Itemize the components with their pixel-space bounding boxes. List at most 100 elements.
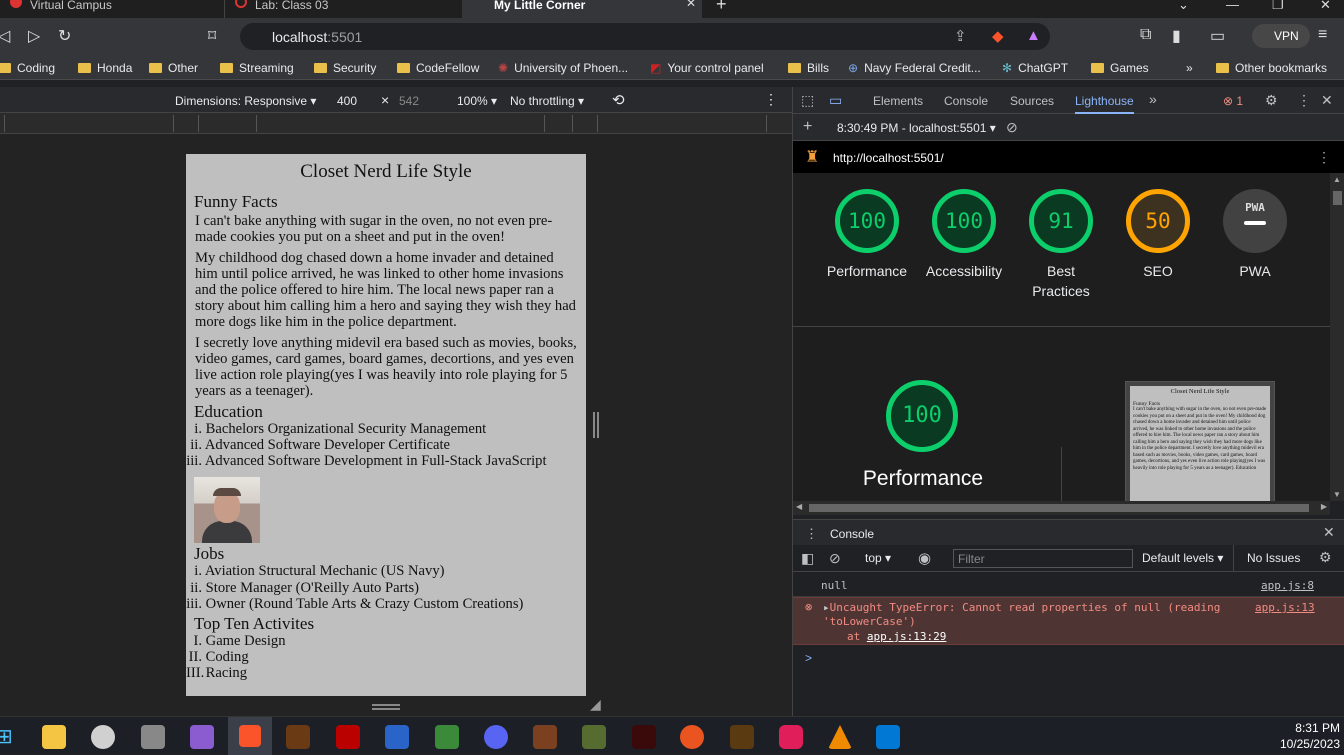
- tab-console[interactable]: Console: [944, 94, 988, 108]
- menu-icon[interactable]: ≡: [1318, 26, 1327, 44]
- report-vertical-scrollbar[interactable]: ▲ ▼: [1330, 173, 1344, 501]
- log-levels-select[interactable]: Default levels ▾: [1142, 551, 1223, 565]
- inspect-icon[interactable]: ⬚: [801, 92, 814, 109]
- close-tab-icon[interactable]: ✕: [686, 0, 696, 9]
- more-options-icon[interactable]: ⋮: [1297, 92, 1311, 109]
- score-pwa[interactable]: PWA PWA: [1205, 189, 1305, 281]
- bookmark-streaming[interactable]: Streaming: [220, 61, 294, 75]
- app-icon[interactable]: [91, 725, 115, 749]
- error-message[interactable]: ▸Uncaught TypeError: Cannot read propert…: [823, 601, 1243, 629]
- system-clock[interactable]: 8:31 PM 10/25/2023: [1270, 720, 1340, 752]
- context-select[interactable]: top ▾: [865, 551, 891, 565]
- game-icon[interactable]: [730, 725, 754, 749]
- close-window-icon[interactable]: ✕: [1320, 0, 1331, 13]
- clear-icon[interactable]: ⊘: [1006, 119, 1018, 136]
- bookmark-coding[interactable]: Coding: [0, 61, 55, 75]
- brave-taskbar-icon[interactable]: [228, 717, 272, 755]
- issues-button[interactable]: No Issues: [1247, 551, 1300, 565]
- bookmark-codefellow[interactable]: CodeFellow: [397, 61, 479, 75]
- restore-icon[interactable]: ❐: [1272, 0, 1284, 13]
- device-toggle-icon[interactable]: ▭: [829, 92, 842, 109]
- error-count-badge[interactable]: ⊗ 1: [1223, 94, 1243, 108]
- swap-dimensions-icon[interactable]: ×: [381, 92, 389, 108]
- report-horizontal-scrollbar[interactable]: ◀ ▶: [793, 501, 1330, 515]
- visual-studio-icon[interactable]: [190, 725, 214, 749]
- extensions-icon[interactable]: ⧉: [1140, 26, 1151, 44]
- game-icon[interactable]: [336, 725, 360, 749]
- resize-handle-right[interactable]: [593, 412, 599, 438]
- file-explorer-icon[interactable]: [42, 725, 66, 749]
- slack-icon[interactable]: [779, 725, 803, 749]
- bookmark-honda[interactable]: Honda: [78, 61, 132, 75]
- bookmark-other[interactable]: Other: [149, 61, 198, 75]
- tab-my-little-corner[interactable]: My Little Corner ✕: [462, 0, 702, 18]
- bookmark-control-panel[interactable]: ◩ Your control panel: [650, 61, 764, 75]
- tab-search-icon[interactable]: ⌄: [1178, 0, 1189, 13]
- ubuntu-icon[interactable]: [680, 725, 704, 749]
- bookmark-icon[interactable]: ⌑: [208, 26, 216, 46]
- wallet-icon[interactable]: ▭: [1210, 26, 1225, 46]
- score-performance[interactable]: 100 Performance: [817, 189, 917, 281]
- console-settings-icon[interactable]: ⚙: [1319, 549, 1332, 566]
- more-bookmarks-button[interactable]: »: [1186, 61, 1193, 75]
- console-sidebar-icon[interactable]: ◧: [801, 550, 814, 567]
- more-tabs-button[interactable]: »: [1149, 91, 1157, 107]
- log-source-link[interactable]: app.js:8: [1261, 579, 1314, 592]
- resize-corner-icon[interactable]: ◢: [590, 696, 601, 713]
- app-icon[interactable]: [435, 725, 459, 749]
- score-best-practices[interactable]: 91 Best Practices: [1011, 189, 1111, 301]
- drawer-menu-icon[interactable]: ⋮: [805, 526, 818, 542]
- width-input[interactable]: 400: [337, 94, 357, 108]
- new-report-icon[interactable]: +: [803, 118, 812, 136]
- live-expression-icon[interactable]: ◉: [918, 549, 931, 567]
- console-drawer-tab[interactable]: Console: [830, 527, 875, 547]
- media-query-ruler[interactable]: [0, 113, 792, 134]
- bookmark-games[interactable]: Games: [1091, 61, 1149, 75]
- vscode-icon[interactable]: [876, 725, 900, 749]
- discord-icon[interactable]: [484, 725, 508, 749]
- address-bar[interactable]: localhost:5501 ⇪ ◆ ▲: [240, 23, 1050, 50]
- start-icon[interactable]: ⊞: [0, 724, 13, 749]
- console-prompt[interactable]: >: [805, 651, 812, 665]
- final-screenshot-thumbnail[interactable]: Closet Nerd Life Style Funny Facts I can…: [1125, 381, 1275, 501]
- resize-handle-bottom[interactable]: [372, 704, 400, 710]
- tab-virtual-campus[interactable]: Virtual Campus: [0, 0, 222, 18]
- rotate-icon[interactable]: ⟲: [612, 91, 625, 109]
- brave-rewards-icon[interactable]: ▲: [1026, 27, 1041, 44]
- share-icon[interactable]: ⇪: [954, 27, 967, 45]
- forward-icon[interactable]: ▷: [28, 26, 40, 46]
- close-devtools-icon[interactable]: ✕: [1321, 92, 1333, 109]
- diablo-icon[interactable]: [632, 725, 656, 749]
- game-icon[interactable]: [582, 725, 606, 749]
- sidebar-icon[interactable]: ▮: [1172, 26, 1181, 46]
- throttling-select[interactable]: No throttling ▾: [510, 94, 584, 108]
- error-source-link[interactable]: app.js:13: [1255, 601, 1315, 614]
- game-icon[interactable]: [533, 725, 557, 749]
- bookmark-chatgpt[interactable]: ✻ ChatGPT: [1002, 61, 1068, 75]
- tab-elements[interactable]: Elements: [873, 94, 923, 108]
- more-options-icon[interactable]: ⋮: [764, 91, 778, 108]
- tab-lighthouse[interactable]: Lighthouse: [1075, 94, 1134, 114]
- vpn-button[interactable]: VPN: [1252, 24, 1310, 48]
- height-input[interactable]: 542: [399, 94, 419, 108]
- big-performance-gauge[interactable]: 100: [886, 380, 958, 452]
- bookmark-security[interactable]: Security: [314, 61, 376, 75]
- dimensions-select[interactable]: Dimensions: Responsive ▾: [175, 94, 316, 108]
- settings-icon[interactable]: ⚙: [1265, 92, 1278, 109]
- report-select[interactable]: 8:30:49 PM - localhost:5501 ▾: [837, 121, 996, 135]
- tab-lab-class[interactable]: Lab: Class 03: [224, 0, 460, 18]
- score-accessibility[interactable]: 100 Accessibility: [914, 189, 1014, 281]
- stack-link[interactable]: app.js:13:29: [867, 630, 946, 643]
- calculator-icon[interactable]: [141, 725, 165, 749]
- other-bookmarks[interactable]: Other bookmarks: [1216, 61, 1327, 75]
- report-menu-icon[interactable]: ⋮: [1317, 149, 1331, 166]
- minimize-icon[interactable]: —: [1226, 0, 1239, 12]
- vlc-icon[interactable]: [828, 725, 852, 749]
- bookmark-navy-federal[interactable]: ⊕ Navy Federal Credit...: [848, 61, 981, 75]
- bookmark-university[interactable]: ✺ University of Phoen...: [498, 61, 628, 75]
- bookmark-bills[interactable]: Bills: [788, 61, 829, 75]
- new-tab-button[interactable]: +: [716, 0, 727, 15]
- network-icon[interactable]: [385, 725, 409, 749]
- brave-shields-icon[interactable]: ◆: [992, 27, 1004, 45]
- console-filter-input[interactable]: Filter: [953, 549, 1133, 568]
